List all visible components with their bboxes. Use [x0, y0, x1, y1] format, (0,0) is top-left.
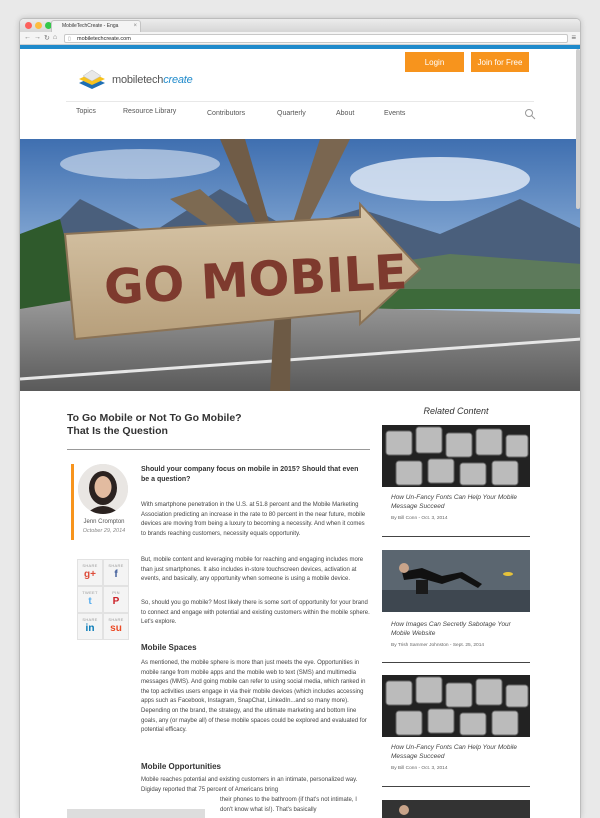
join-button[interactable]: Join for Free: [471, 52, 529, 72]
share-buttons: SHARE g+ SHARE f TWEET t PIN P SHARE in …: [77, 559, 129, 640]
related-divider: [382, 786, 530, 787]
paragraph-2: But, mobile content and leveraging mobil…: [141, 557, 364, 583]
twitter-icon: t: [88, 596, 92, 607]
inline-image-placeholder: [67, 809, 205, 818]
related-thumbnail-fonts[interactable]: [382, 675, 530, 737]
related-thumbnail-partial[interactable]: [382, 800, 530, 818]
page-icon: ▯: [68, 36, 71, 42]
related-item-3-title[interactable]: How Un-Fancy Fonts Can Help Your Mobile …: [391, 743, 531, 761]
google-plus-icon: g+: [84, 569, 96, 580]
title-divider: [67, 449, 370, 450]
related-thumbnail-images[interactable]: [382, 550, 530, 612]
paragraph-3: So, should you go mobile? Most likely th…: [141, 600, 370, 626]
article-title: To Go Mobile or Not To Go Mobile? That I…: [67, 412, 242, 437]
author-avatar[interactable]: [78, 464, 128, 514]
related-item-2-meta: By Trish Sammer Johnston - Sept. 25, 201…: [391, 643, 485, 648]
related-thumbnail-fonts[interactable]: [382, 425, 530, 487]
stumbleupon-icon: su: [110, 623, 122, 634]
related-item-2-title[interactable]: How Images Can Secretly Sabotage Your Mo…: [391, 620, 531, 638]
back-icon[interactable]: ←: [24, 34, 31, 42]
hero-image: GO MOBILE: [20, 139, 580, 391]
paragraph-5-continued: their phones to the bathroom (if that's …: [220, 797, 357, 813]
search-icon[interactable]: [524, 108, 536, 120]
browser-titlebar: MobileTechCreate - Enga ×: [20, 19, 580, 32]
share-twitter[interactable]: TWEET t: [77, 586, 103, 613]
nav-events[interactable]: Events: [384, 110, 405, 117]
subheading-mobile-opportunities: Mobile Opportunities: [141, 762, 221, 771]
reload-icon[interactable]: ↻: [44, 34, 50, 42]
scrollbar[interactable]: [576, 49, 580, 209]
browser-window: MobileTechCreate - Enga × ← → ↻ ⌂ ▯ mobi…: [19, 18, 581, 818]
logo-mark-icon: [79, 69, 105, 89]
site-logo[interactable]: mobiletechcreate: [77, 69, 193, 91]
logo-text: mobiletechcreate: [112, 74, 193, 86]
nav-contributors[interactable]: Contributors: [207, 110, 245, 117]
tab-title: MobileTechCreate - Enga: [62, 23, 119, 29]
related-divider: [382, 536, 530, 537]
site-header: mobiletechcreate Login Join for Free Top…: [20, 49, 580, 139]
nav-quarterly[interactable]: Quarterly: [277, 110, 306, 117]
related-content-title: Related Content: [423, 406, 489, 416]
author-accent-bar: [71, 464, 74, 540]
close-tab-icon[interactable]: ×: [133, 23, 137, 29]
share-facebook[interactable]: SHARE f: [103, 559, 129, 586]
share-stumbleupon[interactable]: SHARE su: [103, 613, 129, 640]
linkedin-icon: in: [85, 623, 95, 634]
address-bar[interactable]: ▯ mobiletechcreate.com: [64, 34, 568, 43]
home-icon[interactable]: ⌂: [53, 34, 57, 42]
login-button[interactable]: Login: [405, 52, 464, 72]
related-divider: [382, 662, 530, 663]
nav-about[interactable]: About: [336, 110, 354, 117]
browser-toolbar: ← → ↻ ⌂ ▯ mobiletechcreate.com ≡: [20, 32, 580, 45]
nav-resource-library[interactable]: Resource Library: [123, 108, 176, 115]
related-item-1-meta: By Bill Conn - Oct. 3, 2014: [391, 516, 448, 521]
paragraph-1: With smartphone penetration in the U.S. …: [141, 502, 366, 537]
author-name[interactable]: Jenn Crompton: [75, 519, 133, 525]
close-window-icon[interactable]: [25, 22, 32, 29]
nav-topics[interactable]: Topics: [76, 108, 96, 115]
publish-date: October 29, 2014: [82, 528, 126, 534]
paragraph-5: Mobile reaches potential and existing cu…: [141, 777, 358, 793]
share-linkedin[interactable]: SHARE in: [77, 613, 103, 640]
paragraph-4: As mentioned, the mobile sphere is more …: [141, 660, 367, 734]
main-nav: Topics Resource Library Contributors Qua…: [66, 101, 536, 125]
subheading-mobile-spaces: Mobile Spaces: [141, 643, 197, 652]
facebook-icon: f: [114, 569, 118, 580]
url-text: mobiletechcreate.com: [77, 36, 131, 42]
share-pinterest[interactable]: PIN P: [103, 586, 129, 613]
related-item-3-meta: By Bill Conn - Oct. 3, 2014: [391, 766, 448, 771]
forward-icon[interactable]: →: [34, 34, 41, 42]
pinterest-icon: P: [112, 596, 120, 607]
minimize-window-icon[interactable]: [35, 22, 42, 29]
share-google-plus[interactable]: SHARE g+: [77, 559, 103, 586]
menu-icon[interactable]: ≡: [571, 33, 576, 42]
go-mobile-sign-image: GO MOBILE: [20, 139, 580, 391]
browser-tab[interactable]: MobileTechCreate - Enga ×: [51, 20, 141, 32]
related-item-1-title[interactable]: How Un-Fancy Fonts Can Help Your Mobile …: [391, 493, 531, 511]
article-lead: Should your company focus on mobile in 2…: [141, 466, 359, 483]
